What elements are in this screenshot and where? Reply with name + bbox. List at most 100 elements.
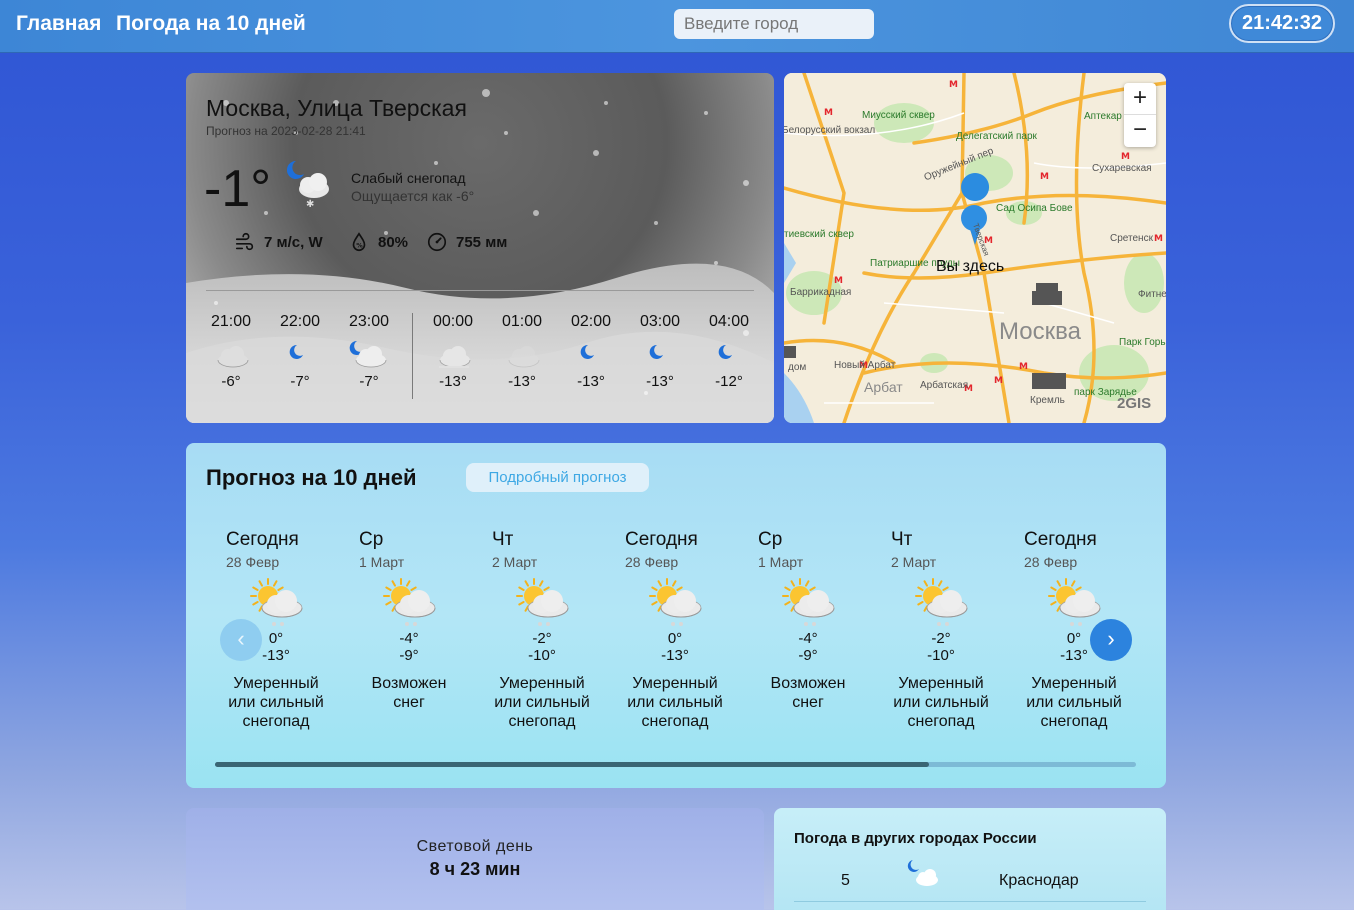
day-name: Ср xyxy=(359,529,384,550)
day-description: Умеренный или сильный снегопад xyxy=(893,675,989,730)
wind-icon xyxy=(235,232,254,251)
hour-temp: -7° xyxy=(359,373,379,390)
svg-text:M: M xyxy=(994,376,1003,386)
map-label: Сад Осипа Бове xyxy=(996,203,1073,214)
forecast-day[interactable]: Чт 2 Март -2° -10° Умеренный или сильный сне… xyxy=(488,529,618,731)
top-bar: Главная Погода на 10 дней 21:42:32 xyxy=(0,0,1354,53)
hour-item: 03:00 -13° xyxy=(635,313,685,390)
sun-cloud-snow-icon xyxy=(250,578,303,626)
day-name: Сегодня xyxy=(1024,529,1097,550)
moon-cloud-snow-icon: ✱ xyxy=(286,160,329,209)
map-label: Белорусский вокзал xyxy=(784,125,876,136)
other-cities-card: Погода в других городах России 5 Краснод… xyxy=(774,808,1166,910)
zoom-in-button[interactable]: + xyxy=(1124,83,1156,115)
wind-value: 7 м/с, W xyxy=(264,233,323,251)
day-date: 1 Март xyxy=(359,554,405,570)
city-temp: 5 xyxy=(841,872,850,889)
hour-item: 21:00 -6° xyxy=(206,313,256,390)
map-label: Баррикадная xyxy=(790,287,852,298)
hour-temp: -12° xyxy=(715,373,743,390)
day-description: Умеренный или сильный снегопад xyxy=(627,675,723,730)
city-name-link[interactable]: Краснодар xyxy=(999,872,1079,890)
hour-time: 00:00 xyxy=(432,313,474,330)
weather-condition: Слабый снегопад xyxy=(351,170,466,186)
city-row[interactable]: 5 Краснодар xyxy=(794,858,1146,902)
day-name: Чт xyxy=(492,529,514,550)
detailed-forecast-button[interactable]: Подробный прогноз xyxy=(466,463,649,492)
map-label: Аптекар xyxy=(1084,111,1122,122)
divider xyxy=(206,290,754,291)
map-label: Сретенск xyxy=(1110,233,1153,244)
day-low-temp: -10° xyxy=(528,647,556,664)
current-temperature: -1° xyxy=(204,160,272,218)
hour-item: 23:00 -7° xyxy=(344,313,394,390)
forecast-day[interactable]: Ср 1 Март -4° -9° Возможен снег xyxy=(754,529,884,712)
day-low-temp: -9° xyxy=(798,647,818,664)
day-name: Ср xyxy=(758,529,783,550)
cloud-faint-icon xyxy=(508,346,540,368)
day-date: 28 Февр xyxy=(1024,554,1078,570)
forecast-day[interactable]: Сегодня 28 Февр 0° -13° Умеренный или сильны… xyxy=(1020,529,1150,731)
feels-like: Ощущается как -6° xyxy=(351,188,475,204)
nav-forecast-link[interactable]: Погода на 10 дней xyxy=(116,12,306,36)
nav-home-link[interactable]: Главная xyxy=(16,12,101,36)
forecast-day[interactable]: Чт 2 Март -2° -10° Умеренный или сильный сне… xyxy=(887,529,1017,731)
day-high-temp: 0° xyxy=(667,630,683,647)
map-label: Арбат xyxy=(864,379,903,395)
hour-time: 04:00 xyxy=(708,313,750,330)
hour-temp: -13° xyxy=(646,373,674,390)
day-description: Возможен снег xyxy=(770,675,846,711)
map-zoom-controls: + − xyxy=(1124,83,1156,147)
day-date: 2 Март xyxy=(492,554,538,570)
hour-item: 04:00 -12° xyxy=(704,313,754,390)
day-low-temp: -10° xyxy=(927,647,955,664)
you-are-here-label: Вы здесь xyxy=(936,258,1005,275)
hour-time: 23:00 xyxy=(348,313,390,330)
day-high-temp: -2° xyxy=(532,630,552,647)
svg-text:✱: ✱ xyxy=(306,199,314,209)
moon-icon xyxy=(289,344,303,359)
svg-text:M: M xyxy=(949,80,958,90)
forecast-day[interactable]: Ср 1 Март -4° -9° Возможен снег xyxy=(355,529,485,712)
zoom-out-button[interactable]: − xyxy=(1124,115,1156,147)
hour-item: 00:00 -13° xyxy=(428,313,478,390)
forecast-timestamp: Прогноз на 2023-02-28 21:41 xyxy=(206,124,366,138)
city-search-input[interactable] xyxy=(674,9,874,39)
map-label: Сухаревская xyxy=(1092,163,1152,174)
hour-time: 21:00 xyxy=(210,313,252,330)
humidity-value: 80% xyxy=(378,233,409,251)
daylight-card: Световой день 8 ч 23 мин xyxy=(186,808,764,910)
pressure-gauge-icon xyxy=(427,232,447,252)
day-description: Умеренный или сильный снегопад xyxy=(494,675,590,730)
hourly-forecast: 21:00 -6° 22:00 -7° 23:00 -7° 00:00 -13° 01:00 -1… xyxy=(206,313,766,403)
day-high-temp: -4° xyxy=(798,630,818,647)
day-name: Чт xyxy=(891,529,913,550)
map-widget[interactable]: MMM MMM MMM MM + − Миусский сквер Белору… xyxy=(784,73,1166,423)
hour-time: 01:00 xyxy=(501,313,543,330)
day-date: 1 Март xyxy=(758,554,804,570)
svg-text:M: M xyxy=(834,276,843,286)
day-name: Сегодня xyxy=(226,529,299,550)
map-city-label: Москва xyxy=(999,318,1081,345)
sun-cloud-snow-icon xyxy=(1048,578,1101,626)
moon-cloud-icon xyxy=(907,860,938,886)
forecast-day[interactable]: Сегодня 28 Февр 0° -13° Умеренный или сильны… xyxy=(621,529,751,731)
moon-icon xyxy=(718,344,732,359)
svg-text:M: M xyxy=(1019,362,1028,372)
scrollbar-thumb[interactable] xyxy=(215,762,929,767)
sun-cloud-snow-icon xyxy=(782,578,835,626)
svg-text:%: % xyxy=(356,242,363,250)
fog-icon xyxy=(439,346,471,368)
day-date: 2 Март xyxy=(891,554,937,570)
humidity-stat: % 80% xyxy=(348,231,408,253)
hour-time: 22:00 xyxy=(279,313,321,330)
next-arrow-button[interactable]: › xyxy=(1090,619,1132,661)
hour-time: 02:00 xyxy=(570,313,612,330)
sun-cloud-snow-icon xyxy=(516,578,569,626)
moon-icon xyxy=(580,344,594,359)
day-date: 28 Февр xyxy=(226,554,280,570)
prev-arrow-button[interactable]: ‹ xyxy=(220,619,262,661)
map-label: Арбатская xyxy=(920,380,969,391)
day-date: 28 Февр xyxy=(625,554,679,570)
map-label: дом xyxy=(788,362,807,373)
